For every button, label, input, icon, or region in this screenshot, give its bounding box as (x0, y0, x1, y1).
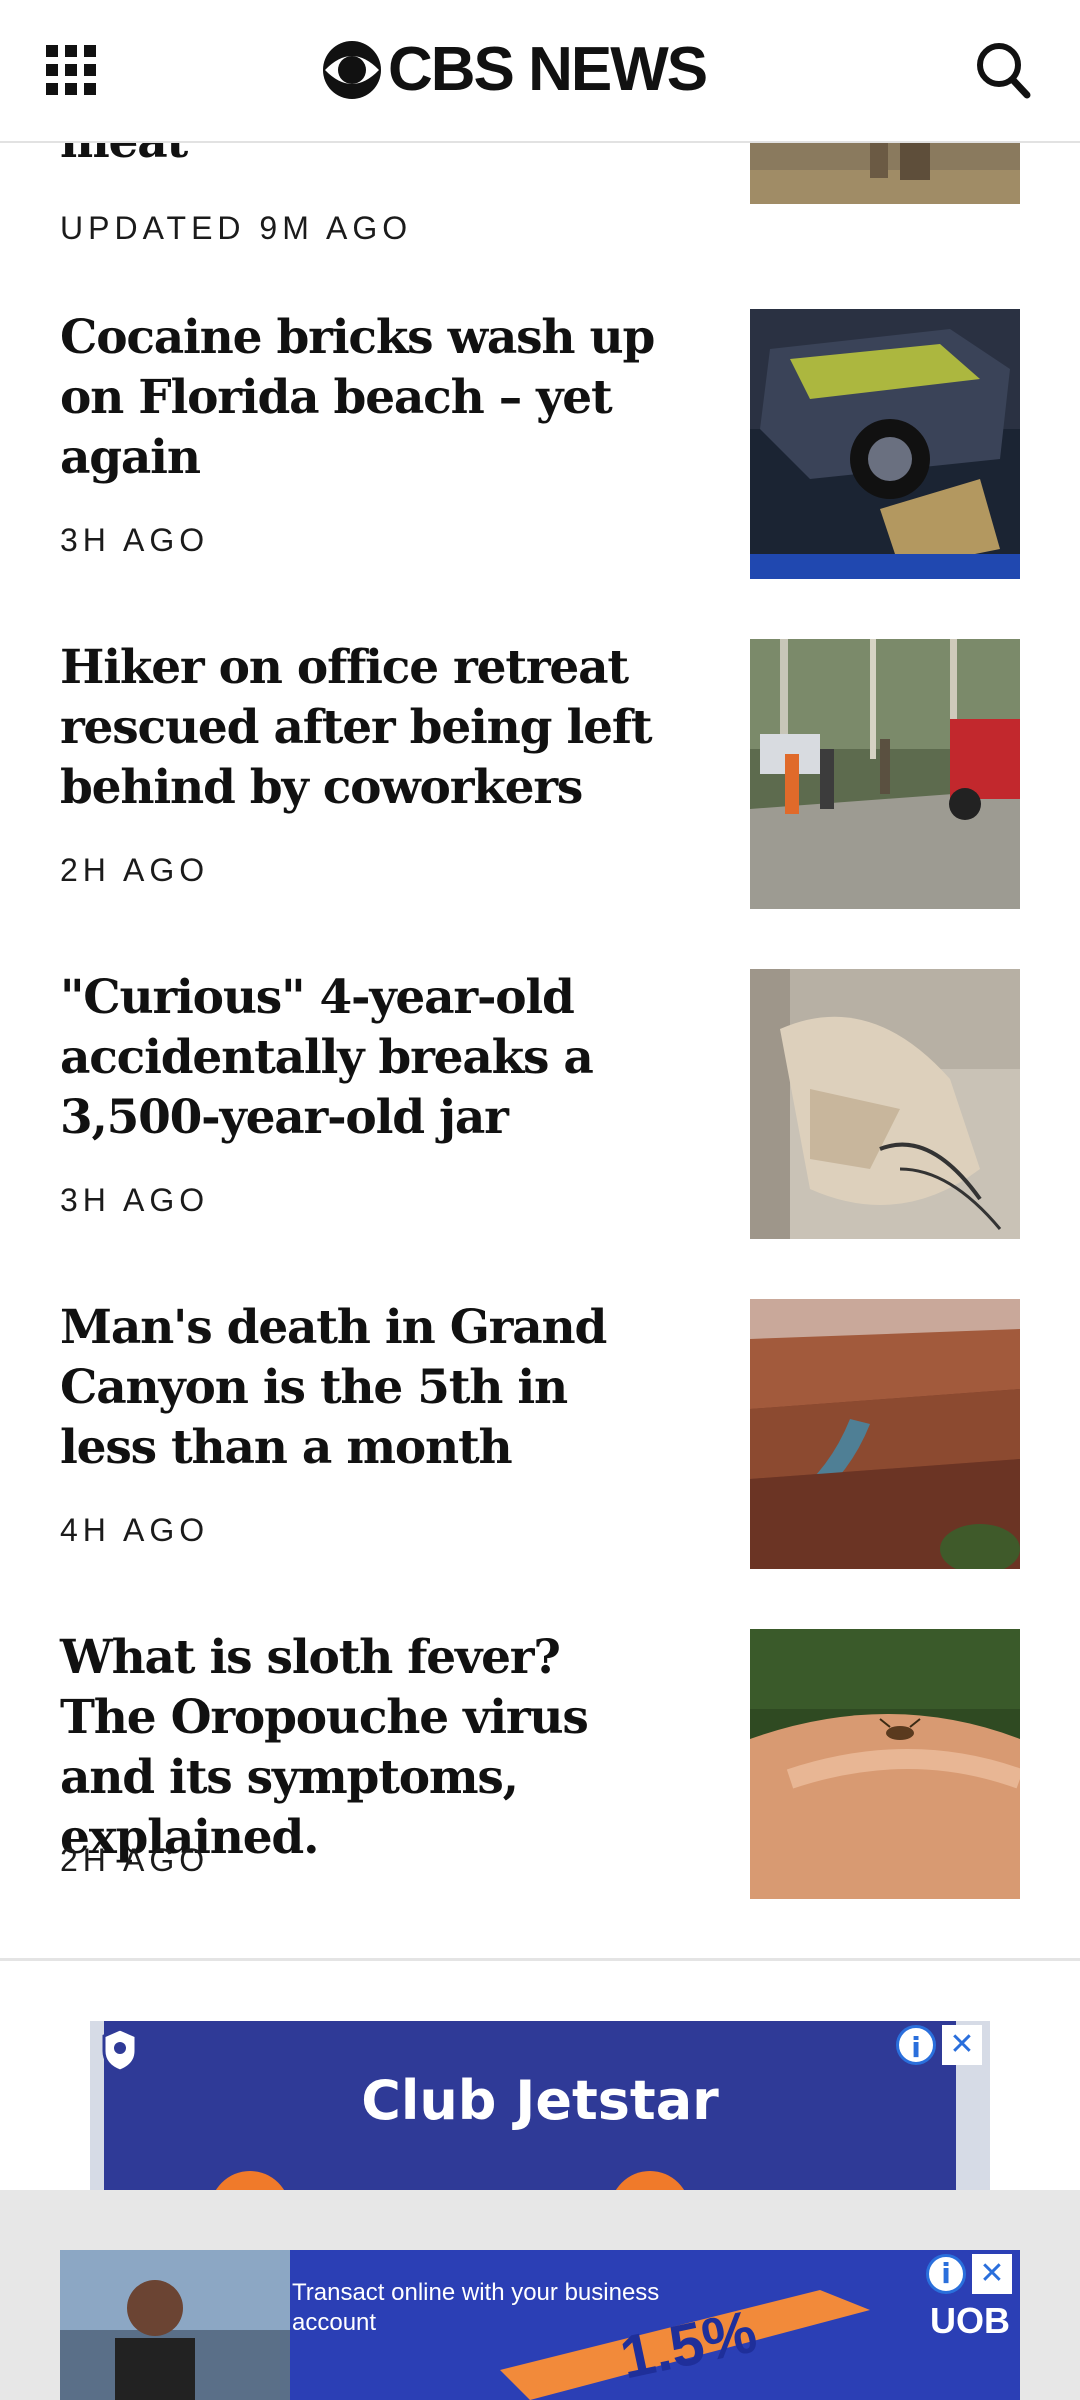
article-headline[interactable]: Hiker on office retreat rescued after be… (60, 638, 660, 818)
cocaine-bricks-photo (750, 309, 1020, 579)
ad-decor-shapes (215, 2171, 685, 2191)
article-timestamp: 4H AGO (60, 1512, 210, 1548)
hiker-rescue-photo (750, 639, 1020, 909)
search-icon[interactable] (975, 40, 1031, 100)
article-timestamp: 3H AGO (60, 1182, 210, 1218)
article-thumbnail[interactable] (750, 1629, 1020, 1899)
article-headline[interactable]: Man's death in Grand Canyon is the 5th i… (60, 1298, 660, 1478)
article-thumbnail[interactable] (750, 309, 1020, 579)
brand-name: CBS NEWS (388, 35, 708, 104)
grid-menu-icon[interactable] (46, 45, 96, 95)
article-timestamp: 2H AGO (60, 1842, 210, 1878)
article-thumbnail[interactable] (750, 969, 1020, 1239)
article-timestamp: 2H AGO (60, 852, 210, 888)
section-divider (0, 1958, 1080, 1961)
article-timestamp: 3H AGO (60, 522, 210, 558)
ad-brand: UOB (930, 2300, 1010, 2341)
broken-jar-photo (750, 969, 1020, 1239)
grand-canyon-photo (750, 1299, 1020, 1569)
advertisement-banner[interactable]: Club Jetstar i ✕ (90, 2021, 990, 2191)
cbs-news-logo[interactable]: CBS NEWS (322, 35, 708, 104)
ad-info-icon[interactable]: i (896, 2025, 936, 2065)
article-headline[interactable]: Cocaine bricks wash up on Florida beach … (60, 308, 660, 488)
wildlife-photo (750, 140, 1020, 204)
cbs-eye-logo (323, 41, 381, 99)
article-headline[interactable]: "Curious" 4-year-old accidentally breaks… (60, 968, 660, 1148)
ad-close-icon[interactable]: ✕ (972, 2254, 1012, 2294)
ad-shield-icon (102, 2027, 138, 2073)
article-thumbnail[interactable] (750, 1299, 1020, 1569)
ad-close-icon[interactable]: ✕ (942, 2025, 982, 2065)
ad-title: Club Jetstar (361, 2069, 719, 2132)
top-app-bar: CBS NEWS (0, 0, 1080, 143)
sticky-advertisement[interactable]: Transact online with your business accou… (60, 2250, 1020, 2400)
ad-info-icon[interactable]: i (926, 2254, 966, 2294)
article-thumbnail[interactable] (750, 639, 1020, 909)
article-timestamp: UPDATED 9M AGO (60, 210, 413, 246)
article-thumbnail[interactable] (750, 140, 1020, 204)
article-headline[interactable]: What is sloth fever? The Oropouche virus… (60, 1628, 660, 1868)
sandfly-on-finger-photo (750, 1629, 1020, 1899)
